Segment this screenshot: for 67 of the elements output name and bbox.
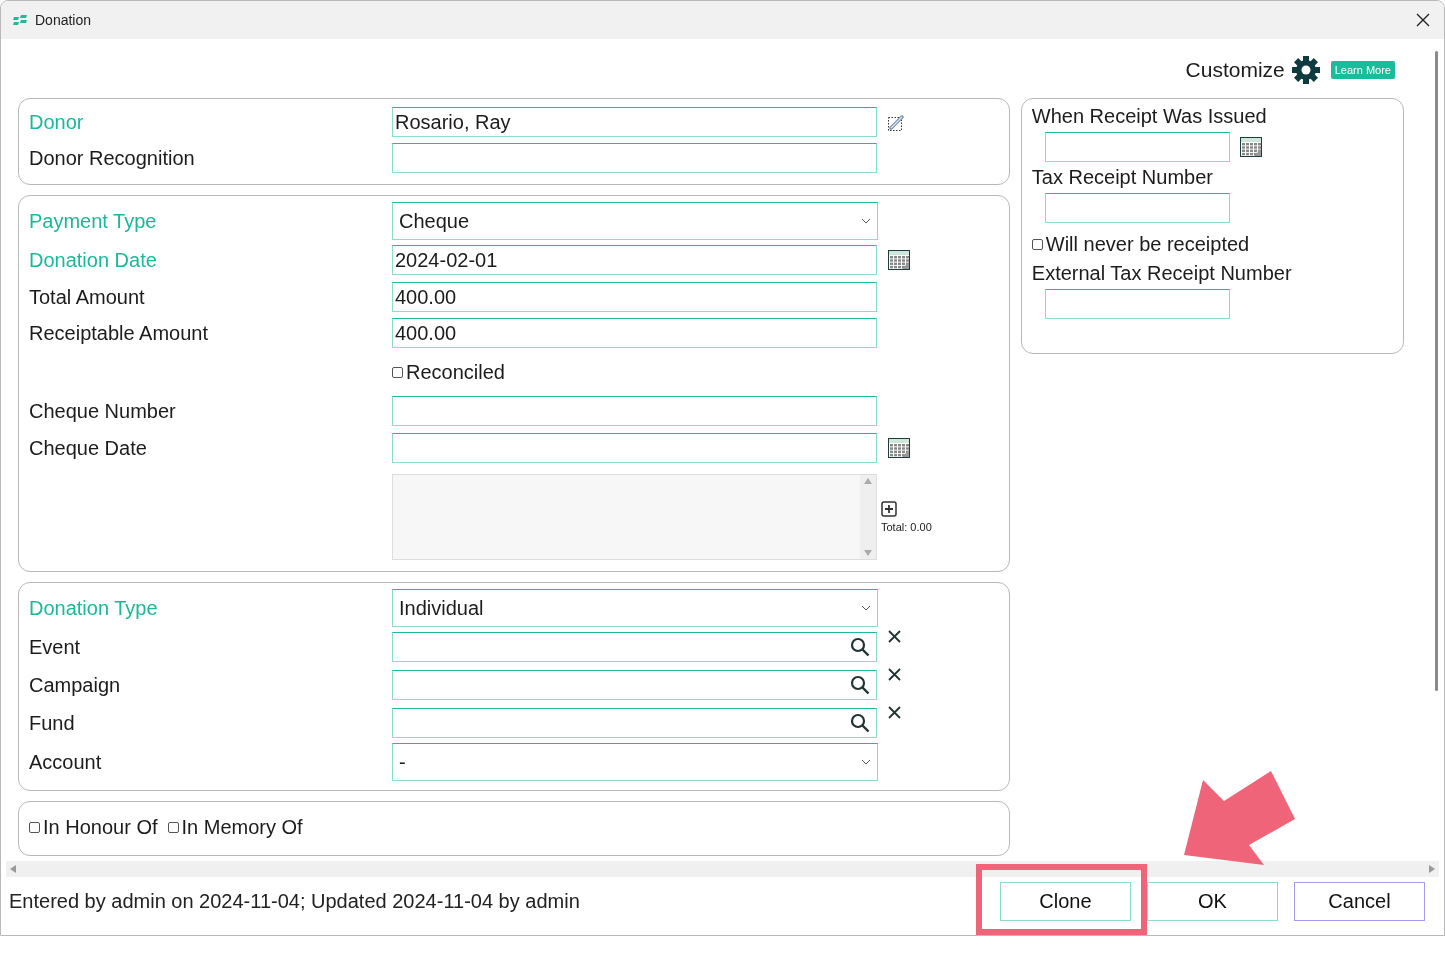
field-label: Cheque Number (29, 399, 176, 423)
text-field[interactable] (1044, 193, 1230, 223)
total-text: Total: 0.00 (881, 521, 932, 533)
dropdown[interactable]: Individual (392, 589, 878, 627)
search-icon[interactable] (850, 675, 870, 695)
text-field[interactable] (1044, 289, 1230, 319)
field-label: Donation Type (29, 596, 158, 620)
scrollbar[interactable] (860, 475, 876, 559)
checkbox[interactable]: In Honour Of (29, 815, 158, 839)
field-label: Donor (29, 110, 84, 134)
field-label: Donor Recognition (29, 146, 195, 170)
text-field[interactable]: Rosario, Ray (392, 107, 877, 137)
close-button[interactable] (1414, 11, 1432, 29)
dialog-button[interactable]: OK (1147, 881, 1278, 921)
customize-label: Customize (1185, 58, 1285, 82)
clear-icon[interactable] (888, 706, 901, 719)
chevron-down-icon (861, 759, 871, 765)
search-icon[interactable] (850, 713, 870, 733)
checkbox[interactable]: In Memory Of (167, 815, 303, 839)
scroll-left-icon[interactable] (10, 865, 16, 873)
text-field[interactable] (392, 396, 877, 426)
search-icon[interactable] (850, 637, 870, 657)
chevron-down-icon (861, 218, 871, 224)
text-field[interactable] (392, 143, 877, 173)
lookup-field[interactable] (392, 670, 877, 700)
lookup-field[interactable] (392, 632, 877, 662)
scroll-up-icon[interactable] (864, 478, 872, 484)
field-label: Event (29, 635, 81, 659)
field-label: Account (29, 750, 102, 774)
dialog-button[interactable]: Clone (1000, 881, 1131, 921)
checkbox[interactable]: Will never be receipted (1031, 233, 1393, 256)
clear-icon[interactable] (888, 630, 901, 643)
scroll-right-icon[interactable] (1429, 865, 1435, 873)
calendar-icon[interactable] (1239, 137, 1262, 157)
field-label: External Tax Receipt Number (1031, 262, 1293, 285)
field-label: Cheque Date (29, 436, 147, 460)
link-icon[interactable] (888, 113, 906, 131)
calendar-icon[interactable] (888, 250, 910, 270)
lookup-field[interactable] (392, 708, 877, 738)
scroll-down-icon[interactable] (864, 550, 872, 556)
dropdown[interactable]: - (392, 743, 878, 781)
date-field[interactable] (1044, 132, 1230, 162)
clear-icon[interactable] (888, 668, 901, 681)
dropdown[interactable]: Cheque (392, 202, 878, 240)
window-title: Donation (35, 12, 93, 28)
settings-icon[interactable] (1290, 55, 1321, 85)
calendar-icon[interactable] (888, 438, 910, 458)
horizontal-scrollbar[interactable] (6, 861, 1439, 877)
field-label: When Receipt Was Issued (1031, 105, 1268, 128)
field-label: Campaign (29, 673, 121, 697)
field-label: Total Amount (29, 285, 145, 309)
vertical-scrollbar[interactable] (1432, 51, 1440, 691)
dialog-button[interactable]: Cancel (1294, 881, 1425, 921)
field-label: Tax Receipt Number (1031, 166, 1214, 189)
field-label: Receiptable Amount (29, 321, 208, 345)
checkbox[interactable]: Reconciled (392, 360, 505, 384)
app-logo-icon (13, 14, 27, 26)
text-field[interactable]: 400.00 (392, 282, 877, 312)
add-icon[interactable] (881, 501, 897, 517)
text-field[interactable]: 400.00 (392, 318, 877, 348)
status-text: Entered by admin on 2024-11-04; Updated 2024-11-04 by admin (9, 889, 581, 913)
date-field[interactable] (392, 433, 877, 463)
field-label: Payment Type (29, 209, 157, 233)
field-label: Fund (29, 711, 75, 735)
chevron-down-icon (861, 605, 871, 611)
date-field[interactable]: 2024-02-01 (392, 245, 877, 275)
field-label: Donation Date (29, 248, 157, 272)
